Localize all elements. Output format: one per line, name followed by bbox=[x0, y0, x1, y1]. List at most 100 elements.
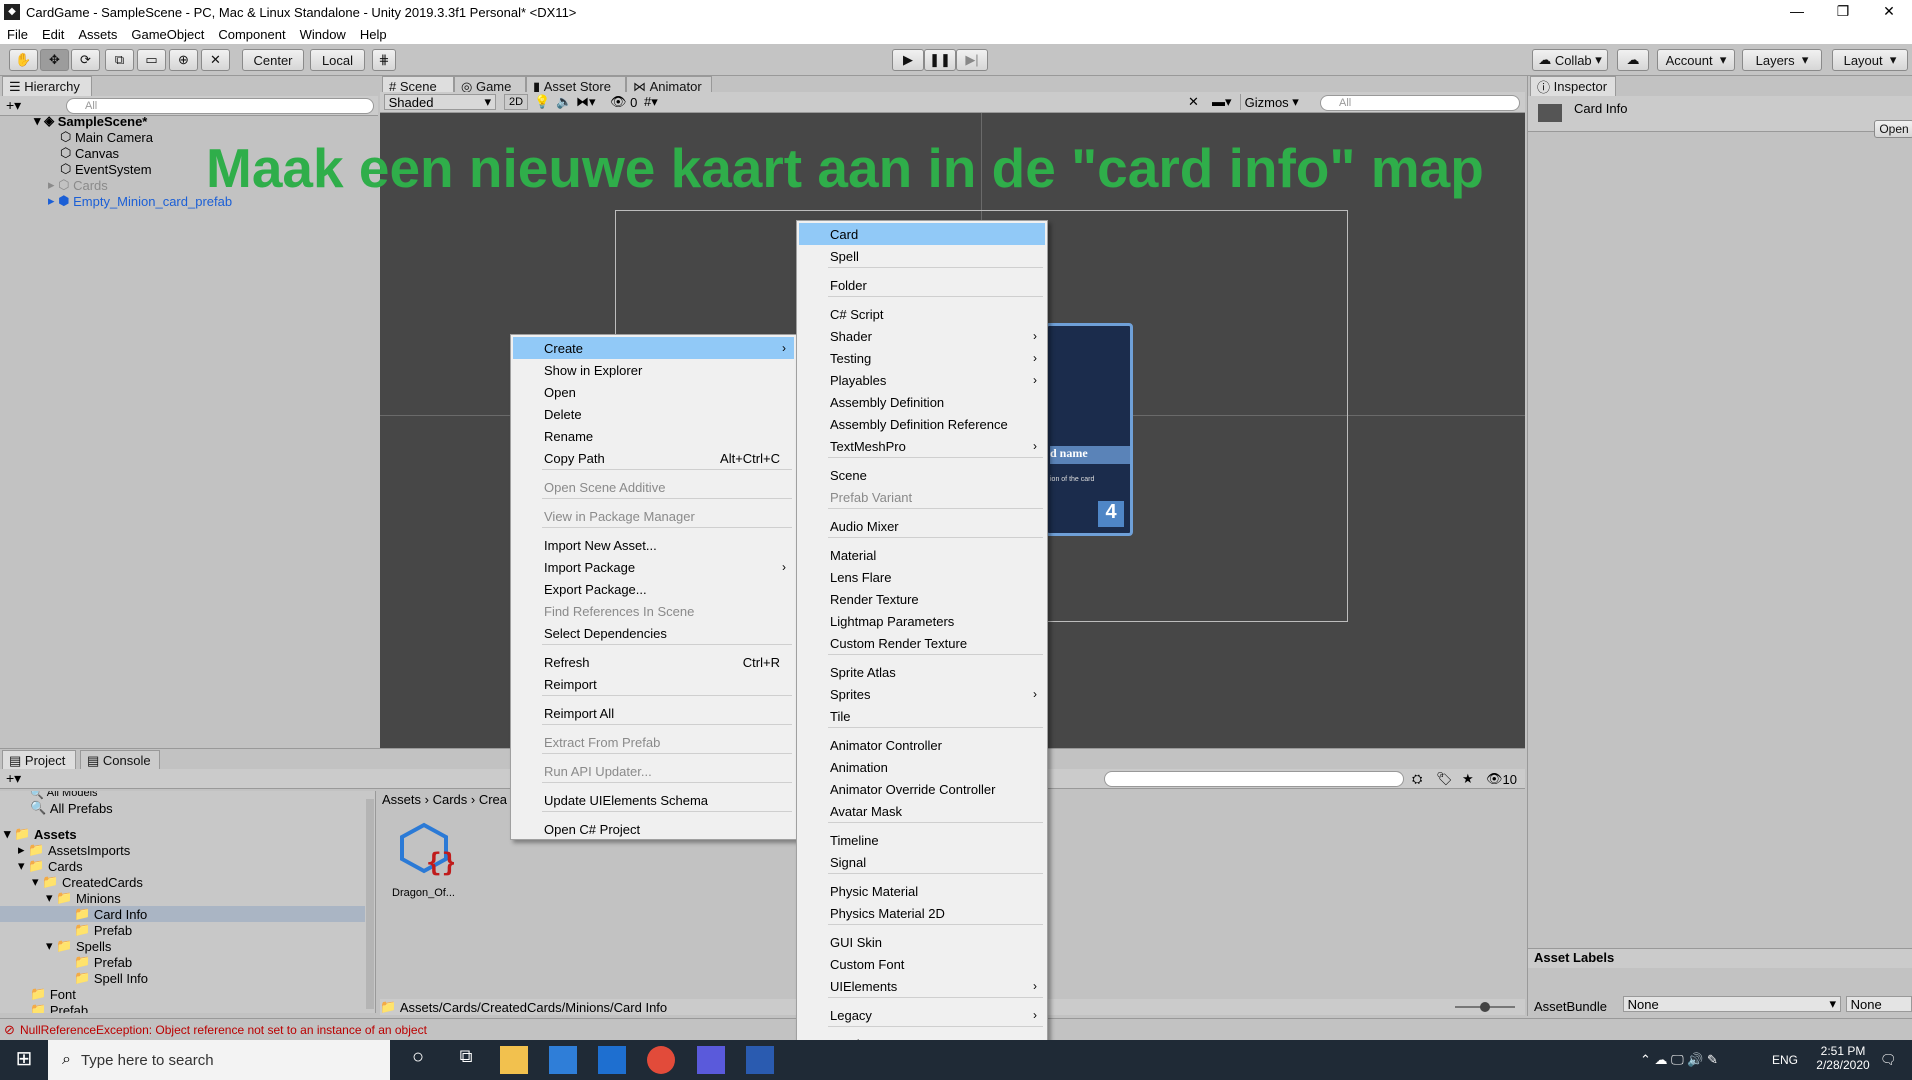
menu-item[interactable]: Shader › bbox=[799, 325, 1045, 347]
menu-item[interactable]: Spell bbox=[799, 245, 1045, 267]
menu-item[interactable]: Find References In Scene bbox=[513, 600, 794, 622]
breadcrumb-item[interactable]: Assets bbox=[382, 792, 421, 807]
menu-item[interactable]: Open bbox=[513, 381, 794, 403]
filter-label-icon[interactable]: 🏷 bbox=[1436, 771, 1453, 787]
restore-icon[interactable]: ❐ bbox=[1820, 0, 1866, 24]
hierarchy-item[interactable]: ⬡ Canvas bbox=[60, 145, 119, 161]
project-search-input[interactable] bbox=[1104, 771, 1404, 787]
step-button[interactable]: ▶| bbox=[956, 49, 988, 71]
menu-item[interactable]: Rename bbox=[513, 425, 794, 447]
tree-item[interactable]: 📁 Prefab bbox=[30, 1002, 88, 1013]
scale-tool-icon[interactable]: ⧉ bbox=[105, 49, 134, 71]
task-view-icon[interactable]: ⧉ bbox=[452, 1046, 480, 1074]
collab-button[interactable]: ☁ Collab ▾ bbox=[1532, 49, 1608, 71]
layers-dropdown[interactable]: Layers ▾ bbox=[1742, 49, 1822, 71]
menu-assets[interactable]: Assets bbox=[71, 27, 124, 42]
discord-icon[interactable] bbox=[697, 1046, 725, 1074]
menu-item[interactable]: Testing › bbox=[799, 347, 1045, 369]
asset-thumbnail[interactable]: {} bbox=[396, 819, 457, 878]
tree-item[interactable]: ▾ 📁 CreatedCards bbox=[32, 874, 143, 890]
tree-item[interactable]: 📁 Prefab bbox=[74, 922, 132, 938]
hidden-packages-icon[interactable]: 👁 10 bbox=[1486, 771, 1517, 787]
tray-icons[interactable]: ⌃ ☁ 🖵 🔊 ✎ bbox=[1640, 1052, 1718, 1068]
menu-item[interactable]: Render Texture bbox=[799, 588, 1045, 610]
menu-item[interactable]: Material bbox=[799, 544, 1045, 566]
menu-item[interactable]: Audio Mixer bbox=[799, 515, 1045, 537]
open-button[interactable]: Open bbox=[1874, 120, 1912, 138]
tree-item-selected[interactable]: 📁 Card Info bbox=[0, 906, 365, 922]
menu-item[interactable]: Import New Asset... bbox=[513, 534, 794, 556]
tab-project[interactable]: ▤ Project bbox=[2, 750, 76, 770]
menu-edit[interactable]: Edit bbox=[35, 27, 71, 42]
menu-item[interactable]: Open Scene Additive bbox=[513, 476, 794, 498]
add-icon[interactable]: +▾ bbox=[6, 97, 21, 114]
hierarchy-item[interactable]: ⬡ EventSystem bbox=[60, 161, 152, 177]
menu-item[interactable]: Assembly Definition Reference bbox=[799, 413, 1045, 435]
menu-item[interactable]: Extract From Prefab bbox=[513, 731, 794, 753]
tree-item[interactable]: 📁 Prefab bbox=[74, 954, 132, 970]
hidden-objects-icon[interactable]: 👁 0 bbox=[610, 94, 637, 110]
rotate-tool-icon[interactable]: ⟳ bbox=[71, 49, 100, 71]
menu-item[interactable]: Import Package › bbox=[513, 556, 794, 578]
tree-item[interactable]: 📁 Font bbox=[30, 986, 76, 1002]
tab-console[interactable]: ▤ Console bbox=[80, 750, 160, 770]
menu-item[interactable]: Scene bbox=[799, 464, 1045, 486]
transform-tool-icon[interactable]: ⊕ bbox=[169, 49, 198, 71]
tree-item[interactable]: 🔍 All Prefabs bbox=[30, 800, 113, 816]
hand-tool-icon[interactable]: ✋ bbox=[9, 49, 38, 71]
move-tool-icon[interactable]: ✥ bbox=[40, 49, 69, 71]
tree-item[interactable]: ▾ 📁 Spells bbox=[46, 938, 111, 954]
card-preview[interactable]: d name ion of the card 4 bbox=[1045, 323, 1133, 536]
language-indicator[interactable]: ENG bbox=[1772, 1052, 1798, 1068]
mail-icon[interactable] bbox=[598, 1046, 626, 1074]
menu-item[interactable]: Timeline bbox=[799, 829, 1045, 851]
menu-item[interactable]: View in Package Manager bbox=[513, 505, 794, 527]
menu-item[interactable]: Create › bbox=[513, 337, 794, 359]
menu-item[interactable]: Card bbox=[799, 223, 1045, 245]
hierarchy-item[interactable]: ▸ ⬢ Empty_Minion_card_prefab bbox=[48, 193, 232, 209]
menu-item[interactable]: Show in Explorer bbox=[513, 359, 794, 381]
close-icon[interactable]: ✕ bbox=[1866, 0, 1912, 24]
menu-item[interactable]: Sprites › bbox=[799, 683, 1045, 705]
breadcrumb-item[interactable]: Cards bbox=[433, 792, 468, 807]
tools-icon[interactable]: ✕ bbox=[1188, 94, 1199, 110]
hierarchy-item[interactable]: ⬡ Main Camera bbox=[60, 129, 153, 145]
menu-gameobject[interactable]: GameObject bbox=[124, 27, 211, 42]
file-explorer-icon[interactable] bbox=[500, 1046, 528, 1074]
visual-studio-icon[interactable] bbox=[746, 1046, 774, 1074]
menu-item[interactable]: Legacy › bbox=[799, 1004, 1045, 1026]
menu-item[interactable]: Prefab Variant bbox=[799, 486, 1045, 508]
menu-item[interactable]: Animation bbox=[799, 756, 1045, 778]
clock[interactable]: 2:51 PM 2/28/2020 bbox=[1808, 1044, 1878, 1072]
menu-item[interactable]: Custom Font bbox=[799, 953, 1045, 975]
menu-item[interactable]: Physics Material 2D bbox=[799, 902, 1045, 924]
menu-item[interactable]: Tile bbox=[799, 705, 1045, 727]
menu-item[interactable]: Animator Controller bbox=[799, 734, 1045, 756]
menu-item[interactable]: Sprite Atlas bbox=[799, 661, 1045, 683]
menu-item[interactable]: GUI Skin bbox=[799, 931, 1045, 953]
favorite-icon[interactable]: ★ bbox=[1462, 771, 1474, 787]
menu-item[interactable]: Signal bbox=[799, 851, 1045, 873]
menu-item[interactable]: UIElements › bbox=[799, 975, 1045, 997]
tree-item[interactable]: ▸ 📁 AssetsImports bbox=[18, 842, 130, 858]
lighting-icon[interactable]: 💡 bbox=[534, 94, 550, 110]
tree-item[interactable]: ▾ 📁 Cards bbox=[18, 858, 83, 874]
cloud-icon[interactable]: ☁ bbox=[1617, 49, 1649, 71]
tree-item[interactable]: ▾ 📁 Minions bbox=[46, 890, 121, 906]
camera-icon[interactable]: ▬▾ bbox=[1212, 94, 1232, 110]
pause-button[interactable]: ❚❚ bbox=[924, 49, 956, 71]
breadcrumb-item[interactable]: Crea bbox=[479, 792, 507, 807]
store-icon[interactable] bbox=[549, 1046, 577, 1074]
tab-hierarchy[interactable]: ☰ Hierarchy bbox=[2, 76, 92, 96]
chrome-icon[interactable] bbox=[647, 1046, 675, 1074]
notifications-icon[interactable]: 🗨 bbox=[1880, 1052, 1897, 1068]
menu-item[interactable]: Folder bbox=[799, 274, 1045, 296]
windows-start-icon[interactable]: ⊞ bbox=[10, 1046, 38, 1074]
hierarchy-search-input[interactable]: All bbox=[66, 98, 374, 114]
menu-item[interactable]: Assembly Definition bbox=[799, 391, 1045, 413]
menu-item[interactable]: Playables › bbox=[799, 369, 1045, 391]
menu-item[interactable]: Avatar Mask bbox=[799, 800, 1045, 822]
menu-item[interactable]: Update UIElements Schema bbox=[513, 789, 794, 811]
tree-item[interactable]: ▾ 📁 Assets bbox=[4, 826, 77, 842]
menu-item[interactable]: Delete bbox=[513, 403, 794, 425]
